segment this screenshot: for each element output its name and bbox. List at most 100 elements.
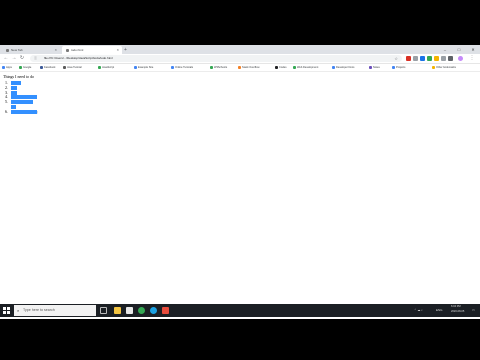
bookmark-item[interactable]: Web Development xyxy=(293,64,329,71)
bookmark-favicon-icon xyxy=(369,65,372,69)
selected-item-text[interactable] xyxy=(11,95,37,100)
bookmark-favicon-icon xyxy=(275,65,278,69)
bookmark-item[interactable]: Notes xyxy=(369,64,389,71)
extension-icon[interactable] xyxy=(413,56,418,61)
info-icon[interactable]: ⓘ xyxy=(34,55,37,62)
extension-icon[interactable] xyxy=(427,56,432,61)
other-bookmarks[interactable]: Other bookmarks xyxy=(432,64,478,71)
minimize-button[interactable]: – xyxy=(438,45,452,54)
selected-item-text[interactable] xyxy=(11,109,37,114)
bookmark-label: Online Tutorials xyxy=(175,66,194,69)
bookmark-star-icon[interactable]: ☆ xyxy=(394,55,398,62)
close-icon[interactable]: ✕ xyxy=(116,46,119,54)
search-placeholder: Type here to search xyxy=(23,308,55,312)
notification-icon[interactable]: ▭ xyxy=(472,306,475,315)
bookmark-label: Notes xyxy=(373,66,380,69)
maximize-button[interactable]: □ xyxy=(452,45,466,54)
bookmark-favicon-icon xyxy=(238,65,241,69)
bookmark-item[interactable]: Stack Overflow xyxy=(238,64,272,71)
url-text: file:///C:/Users/.../Desktop/JavaScript/… xyxy=(44,56,113,60)
menu-icon[interactable]: ⋮ xyxy=(468,54,476,63)
bookmark-label: W3Schools xyxy=(214,66,228,69)
tray-icons[interactable]: ⌃ ☁ ♪ xyxy=(414,306,423,315)
tab-new-tab[interactable]: New Tab ✕ xyxy=(2,46,60,54)
extension-icon[interactable] xyxy=(420,56,425,61)
extension-icon[interactable] xyxy=(448,56,453,61)
bookmark-label: Other bookmarks xyxy=(436,66,456,69)
bookmark-favicon-icon xyxy=(210,65,213,69)
clock[interactable]: 6:04 PM 2020-08-05 xyxy=(451,304,464,314)
bookmark-label: Example Site xyxy=(138,66,154,69)
bookmark-label: Web Development xyxy=(297,66,319,69)
windows-start-button[interactable] xyxy=(3,307,10,314)
bookmark-favicon-icon xyxy=(40,65,43,69)
selected-item-text[interactable] xyxy=(11,85,17,90)
bookmark-item[interactable]: W3Schools xyxy=(210,64,236,71)
profile-avatar[interactable] xyxy=(458,56,463,61)
bookmark-item[interactable]: Online Tutorials xyxy=(171,64,207,71)
tab-strip: New Tab ✕ todo.html ✕ + – □ ✕ xyxy=(0,45,480,54)
selected-item-text[interactable] xyxy=(11,81,21,85)
bookmark-item[interactable]: Google xyxy=(19,64,37,71)
selected-item-text[interactable] xyxy=(11,100,33,105)
bookmark-label: Codes xyxy=(279,66,287,69)
file-explorer-icon[interactable] xyxy=(114,307,121,314)
tab-title: todo.html xyxy=(71,48,84,52)
bookmarks-bar: Apps Google Facebook Java Tutorial JavaS… xyxy=(0,64,480,72)
text-caret: | xyxy=(37,109,38,114)
tab-favicon-icon xyxy=(6,48,9,52)
bookmark-label: Apps xyxy=(6,66,12,69)
taskbar: ⌕ Type here to search ⌃ ☁ ♪ ENG 6:04 PM … xyxy=(0,304,480,317)
page-content: Things I need to do 1. 2. 3. 4. 5. 6. | xyxy=(0,72,480,319)
bookmark-label: Projects xyxy=(396,66,406,69)
app-icon[interactable] xyxy=(150,307,157,314)
app-icon[interactable] xyxy=(162,307,169,314)
bookmark-favicon-icon xyxy=(293,65,296,69)
desktop-screen: New Tab ✕ todo.html ✕ + – □ ✕ ← → ↻ ⓘ fi… xyxy=(0,45,480,319)
page-heading: Things I need to do xyxy=(3,74,35,79)
bookmark-favicon-icon xyxy=(392,65,395,69)
bookmark-item[interactable]: JavaScript xyxy=(98,64,131,71)
bookmark-item[interactable]: Facebook xyxy=(40,64,60,71)
browser-toolbar: ← → ↻ ⓘ file:///C:/Users/.../Desktop/Jav… xyxy=(0,54,480,64)
extension-icon[interactable] xyxy=(441,56,446,61)
bookmark-item[interactable]: Example Site xyxy=(134,64,168,71)
search-icon: ⌕ xyxy=(17,308,20,313)
apps-icon xyxy=(2,65,5,69)
extension-icon[interactable] xyxy=(406,56,411,61)
chrome-icon[interactable] xyxy=(138,307,145,314)
bookmark-item[interactable]: Developer Docs xyxy=(332,64,366,71)
bookmark-item[interactable]: Codes xyxy=(275,64,291,71)
bookmark-favicon-icon xyxy=(98,65,101,69)
bookmark-favicon-icon xyxy=(332,65,335,69)
selected-item-text[interactable] xyxy=(11,90,17,95)
extension-icon[interactable] xyxy=(434,56,439,61)
bookmark-label: JavaScript xyxy=(102,66,115,69)
bookmark-favicon-icon xyxy=(19,65,22,69)
bookmark-favicon-icon xyxy=(171,65,174,69)
address-bar[interactable]: ⓘ file:///C:/Users/.../Desktop/JavaScrip… xyxy=(30,55,402,62)
taskbar-search-box[interactable]: ⌕ Type here to search xyxy=(14,305,96,316)
bookmark-item[interactable]: Java Tutorial xyxy=(63,64,95,71)
back-button[interactable]: ← xyxy=(2,54,10,63)
bookmark-item[interactable]: Apps xyxy=(2,64,16,71)
new-tab-button[interactable]: + xyxy=(124,46,127,54)
window-close-button[interactable]: ✕ xyxy=(466,45,480,54)
bookmark-label: Java Tutorial xyxy=(67,66,82,69)
bookmark-favicon-icon xyxy=(134,65,137,69)
task-view-icon[interactable] xyxy=(100,307,107,314)
close-icon[interactable]: ✕ xyxy=(54,46,57,54)
forward-button[interactable]: → xyxy=(10,54,18,63)
selection-highlight xyxy=(11,104,16,109)
bookmark-item[interactable]: Projects xyxy=(392,64,416,71)
bookmark-label: Stack Overflow xyxy=(242,66,260,69)
todo-list: 1. 2. 3. 4. 5. 6. | xyxy=(5,80,38,115)
language-indicator[interactable]: ENG xyxy=(436,306,443,315)
tab-todo[interactable]: todo.html ✕ xyxy=(62,46,122,54)
bookmark-favicon-icon xyxy=(63,65,66,69)
app-icon[interactable] xyxy=(126,307,133,314)
tab-favicon-icon xyxy=(66,48,69,52)
bookmark-label: Facebook xyxy=(44,66,56,69)
folder-icon xyxy=(432,65,435,69)
reload-button[interactable]: ↻ xyxy=(18,54,26,63)
